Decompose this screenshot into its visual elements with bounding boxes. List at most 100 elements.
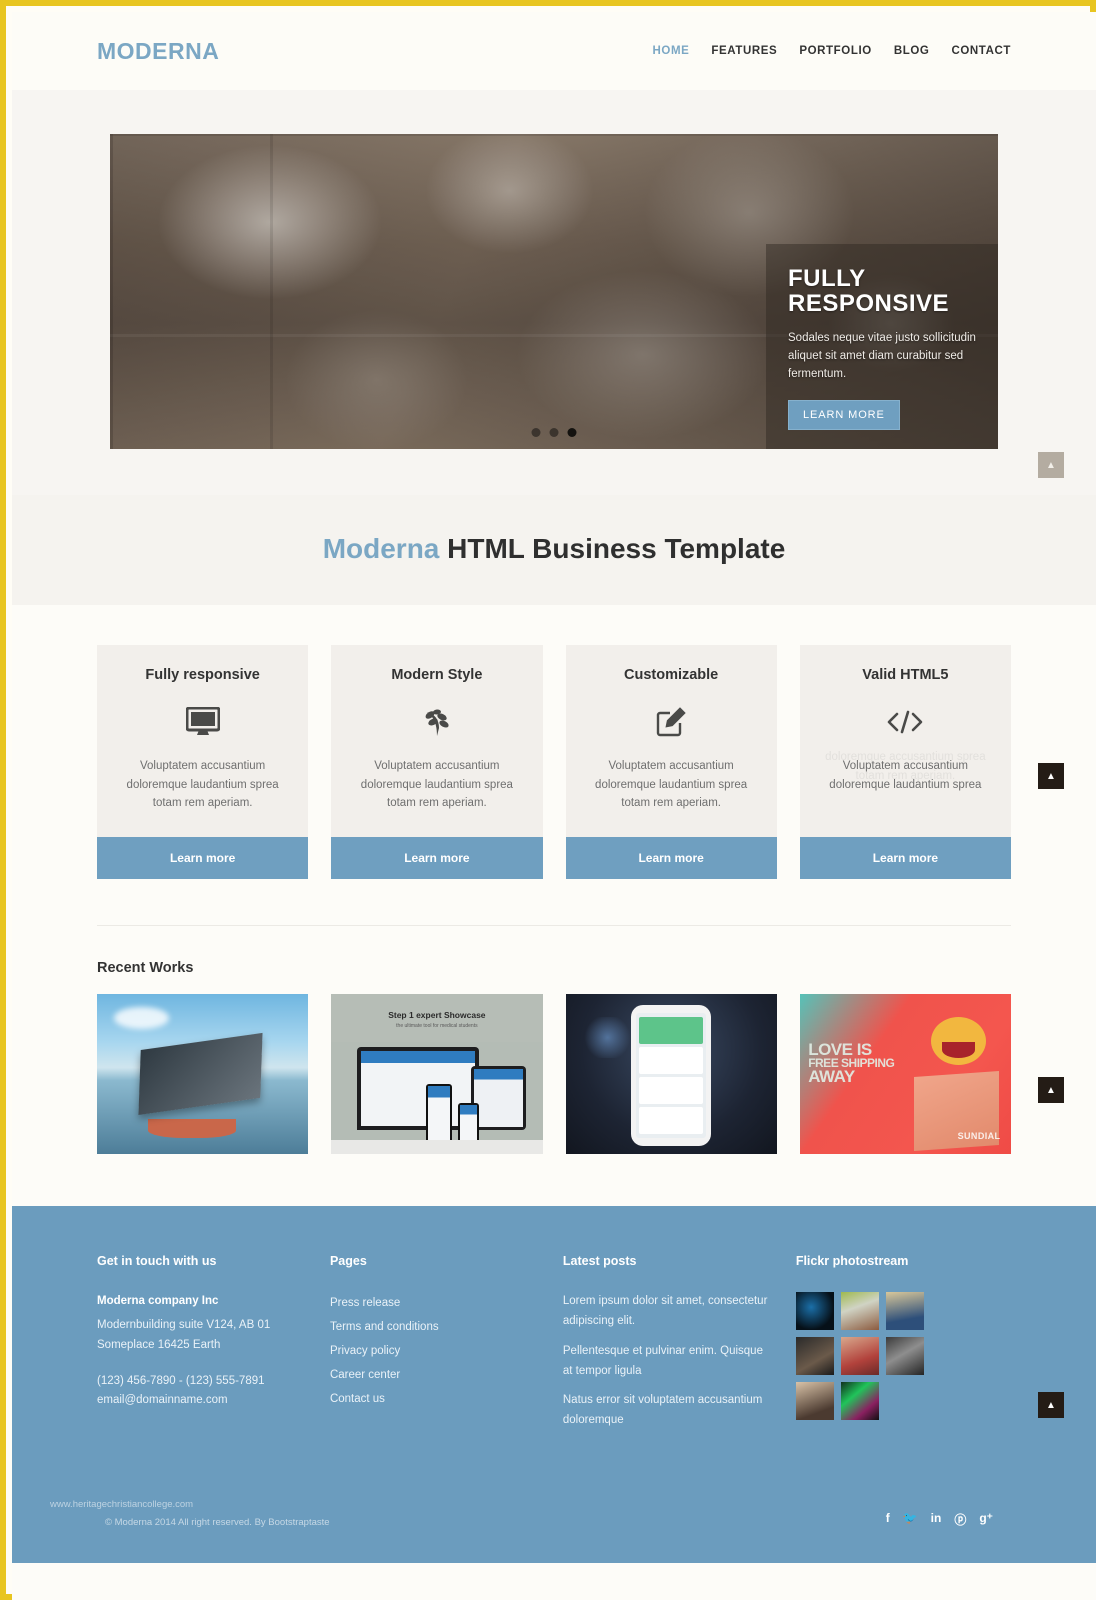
copyright-text: © Moderna 2014 All right reserved. By Bo… [105,1516,330,1528]
content-divider [97,925,1011,927]
card-body: Modern Style Voluptatem accusantium dolo… [331,645,542,837]
headline-line-3: AWAY [808,1066,855,1086]
nav-item-blog[interactable]: BLOG [894,45,930,57]
feature-card-valid-html5: Valid HTML5 Voluptatem accusantium dolor… [799,645,1011,880]
card-body: Valid HTML5 Voluptatem accusantium dolor… [800,645,1011,837]
site-logo[interactable]: MODERNA [97,38,219,65]
flickr-thumbnail[interactable] [795,1382,834,1421]
leaf-icon [349,699,524,745]
feature-text: Voluptatem accusantium doloremque laudan… [360,760,513,810]
flickr-thumbnail[interactable] [840,1292,879,1331]
footer-link-privacy-policy[interactable]: Privacy policy [330,1340,535,1364]
flickr-thumbnail-grid [795,1292,966,1421]
footer-heading-latest-posts: Latest posts [562,1254,637,1269]
footer-columns: Get in touch with us Moderna company Inc… [97,1254,1011,1441]
code-icon [818,699,993,745]
site-header: MODERNA HOME FEATURES PORTFOLIO BLOG CON… [12,12,1096,90]
slide-learn-more-button[interactable]: LEARN MORE [788,399,900,430]
flickr-thumbnail[interactable] [885,1337,924,1376]
feature-title: Customizable [623,667,719,683]
work-thumb-step-1-expert-showcase[interactable]: Step 1 expert Showcase the ultimate tool… [331,994,543,1155]
facebook-icon[interactable]: f [886,1511,890,1528]
slider-pagination [531,428,577,437]
nav-item-home[interactable]: HOME [653,45,690,57]
feature-cards: Fully responsive Voluptatem accusantium … [97,645,1011,880]
slide-title: FULLY RESPONSIVE [788,265,950,318]
work-thumb-iphone-health-app-mockup[interactable] [565,994,777,1155]
recent-works-heading: Recent Works [97,960,194,977]
footer-link-contact-us[interactable]: Contact us [330,1388,535,1412]
feature-card-fully-responsive: Fully responsive Voluptatem accusantium … [97,645,309,880]
footer-phone: (123) 456-7890 - (123) 555-7891 [97,1374,265,1387]
footer-post-1[interactable]: Lorem ipsum dolor sit amet, consectetur … [563,1292,768,1332]
scroll-to-top-button-1[interactable]: ▲ [1038,452,1064,478]
footer-link-terms-and-conditions[interactable]: Terms and conditions [330,1316,535,1340]
work-thumb-title: Step 1 expert Showcase [388,1010,486,1021]
flickr-thumbnail[interactable] [840,1337,879,1376]
slider-dot-2[interactable] [549,428,559,437]
footer-column-latest-posts: Latest posts Lorem ipsum dolor sit amet,… [563,1254,768,1441]
work-thumb-love-is-free-shipping-away[interactable]: LOVE IS FREE SHIPPING AWAY SUNDIAL [799,994,1011,1155]
monitor-icon [115,699,290,745]
scroll-to-top-button-2[interactable]: ▲ [1038,763,1064,789]
flickr-thumbnail[interactable] [795,1337,834,1376]
flickr-thumbnail[interactable] [885,1292,924,1331]
footer-link-career-center[interactable]: Career center [330,1364,535,1388]
page-title-accent: Moderna [322,533,440,564]
slide-caption: FULLY RESPONSIVE Sodales neque vitae jus… [766,244,998,449]
footer-column-contact: Get in touch with us Moderna company Inc… [97,1254,302,1441]
twitter-icon[interactable]: 🐦 [903,1511,918,1528]
footer-page-links: Press release Terms and conditions Priva… [330,1292,535,1412]
card-body: Customizable Voluptatem accusantium dolo… [566,645,777,837]
main-content: Fully responsive Voluptatem accusantium … [12,605,1096,1207]
nav-item-portfolio[interactable]: PORTFOLIO [799,45,871,57]
site-footer: Get in touch with us Moderna company Inc… [12,1206,1096,1563]
scroll-to-top-button-3[interactable]: ▲ [1038,1077,1064,1103]
feature-title: Fully responsive [145,667,260,683]
work-thumb-lake-boat-tablet-photo[interactable] [97,994,309,1155]
slider-dot-3[interactable] [567,428,577,437]
work-thumb-headline: LOVE IS FREE SHIPPING AWAY [808,1041,895,1086]
footer-address-line-1: Modernbuilding suite V124, AB 01 [97,1318,271,1331]
nav-item-contact[interactable]: CONTACT [951,45,1011,57]
feature-text: Voluptatem accusantium doloremque laudan… [595,760,748,810]
linkedin-icon[interactable]: in [931,1511,942,1528]
nav-item-features[interactable]: FEATURES [711,45,777,57]
page-frame: MODERNA HOME FEATURES PORTFOLIO BLOG CON… [0,0,1096,1600]
footer-link-press-release[interactable]: Press release [330,1292,535,1316]
section-title-band: Moderna HTML Business Template [12,495,1096,605]
feature-learn-more-button[interactable]: Learn more [799,837,1011,880]
scroll-to-top-button-4[interactable]: ▲ [1038,1392,1064,1418]
card-body: Fully responsive Voluptatem accusantium … [97,645,308,837]
footer-column-pages: Pages Press release Terms and conditions… [330,1254,535,1441]
footer-post-3[interactable]: Natus error sit voluptatem accusantium d… [563,1391,768,1431]
footer-email[interactable]: email@domainname.com [97,1391,302,1411]
footer-heading-pages: Pages [329,1254,367,1269]
page-title: Moderna HTML Business Template [12,533,1096,565]
feature-learn-more-button[interactable]: Learn more [565,837,777,880]
feature-text: Voluptatem accusantium doloremque laudan… [126,760,279,810]
page-root: MODERNA HOME FEATURES PORTFOLIO BLOG CON… [12,12,1096,1600]
page-title-rest: HTML Business Template [439,533,786,564]
hero-slider: ‹ › FULLY RESPONSIVE Sodales neque vitae… [110,134,998,449]
slider-dot-1[interactable] [531,428,541,437]
feature-learn-more-button[interactable]: Learn more [97,837,309,880]
footer-column-flickr: Flickr photostream [795,1254,1011,1441]
footer-heading-flickr: Flickr photostream [795,1254,909,1269]
feature-ghost-text: doloremque accusantium sprea totam rem a… [825,751,986,782]
hero-slider-section: ‹ › FULLY RESPONSIVE Sodales neque vitae… [12,90,1096,495]
feature-card-customizable: Customizable Voluptatem accusantium dolo… [565,645,777,880]
flickr-thumbnail[interactable] [840,1382,879,1421]
google-plus-icon[interactable]: g⁺ [979,1511,993,1528]
footer-heading-contact: Get in touch with us [97,1254,217,1269]
watermark-text: www.heritagechristiancollege.com [50,1498,194,1510]
feature-card-modern-style: Modern Style Voluptatem accusantium dolo… [331,645,543,880]
pinterest-icon[interactable]: ⓟ [954,1511,966,1528]
work-thumb-brand: SUNDIAL [957,1131,1001,1142]
flickr-thumbnail[interactable] [795,1292,834,1331]
feature-learn-more-button[interactable]: Learn more [331,837,543,880]
footer-bottom-bar: www.heritagechristiancollege.com © Moder… [50,1493,1011,1563]
footer-post-2[interactable]: Pellentesque et pulvinar enim. Quisque a… [563,1342,768,1382]
slide-text: Sodales neque vitae justo sollicitudin a… [788,332,976,380]
work-thumb-subtitle: the ultimate tool for medical students [396,1023,478,1029]
